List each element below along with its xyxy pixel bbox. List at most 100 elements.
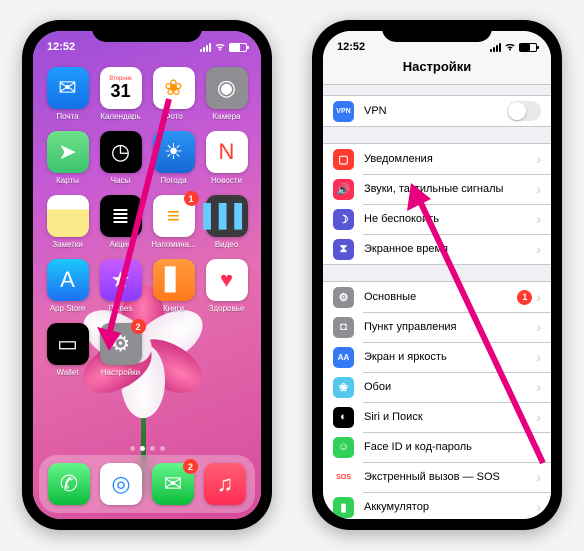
settings-row[interactable]: ▮Аккумулятор› — [323, 492, 551, 519]
chevron-icon: › — [536, 349, 541, 365]
app-icon: ➤ — [47, 131, 89, 173]
row-label: Пункт управления — [364, 321, 532, 333]
settings-row[interactable]: ⚙︎Основные1› — [323, 282, 551, 312]
status-time: 12:52 — [337, 41, 365, 53]
notch — [92, 20, 202, 42]
chevron-icon: › — [536, 469, 541, 485]
dock-messages[interactable]: ✉︎2 — [152, 463, 194, 505]
app-label: Wallet — [57, 368, 79, 377]
app-icon: ★ — [100, 259, 142, 301]
app-10[interactable]: ≡1 Напомина... — [147, 195, 200, 257]
app-label: Заметки — [52, 240, 83, 249]
chevron-icon: › — [536, 409, 541, 425]
row-icon: SOS — [333, 467, 354, 488]
settings-row[interactable]: ◐Siri и Поиск› — [323, 402, 551, 432]
dock-phone[interactable]: ✆ — [48, 463, 90, 505]
app-0[interactable]: ✉︎Почта — [41, 67, 94, 129]
app-3[interactable]: ◉Камера — [200, 67, 253, 129]
app-2[interactable]: ❀Фото — [147, 67, 200, 129]
settings-row[interactable]: ◘Пункт управления› — [323, 312, 551, 342]
app-label: Почта — [56, 112, 78, 121]
app-label: Фото — [164, 112, 182, 121]
row-icon: ◐ — [333, 407, 354, 428]
badge: 2 — [131, 319, 146, 334]
app-label: Напомина... — [151, 240, 196, 249]
app-11[interactable]: ▌▌▌ Видео — [200, 195, 253, 257]
page-dots[interactable] — [33, 446, 261, 451]
status-time: 12:52 — [47, 41, 75, 53]
app-label: Книги — [163, 304, 184, 313]
app-icon: Вторник31 — [100, 67, 142, 109]
row-label: Уведомления — [364, 153, 532, 165]
settings-group-1: ▢ Уведомления › 🔊 Звуки, тактильные сигналы ›… — [323, 143, 551, 265]
app-icon: ◷ — [100, 131, 142, 173]
app-1[interactable]: Вторник31 Календарь — [94, 67, 147, 129]
phone-home: 12:52 ✉︎ПочтаВторник31 Календарь ❀Фото◉Кам… — [22, 20, 272, 530]
row-label: Звуки, тактильные сигналы — [364, 183, 532, 195]
settings-row[interactable]: ▢Уведомления› — [323, 144, 551, 174]
app-icon: ≡1 — [153, 195, 195, 237]
app-8[interactable]: Заметки — [41, 195, 94, 257]
home-screen: 12:52 ✉︎ПочтаВторник31 Календарь ❀Фото◉Кам… — [33, 31, 261, 519]
app-4[interactable]: ➤ Карты — [41, 131, 94, 193]
app-label: Акции — [109, 240, 131, 249]
app-15[interactable]: ♥︎Здоровье — [200, 259, 253, 321]
app-7[interactable]: NНовости — [200, 131, 253, 193]
settings-row[interactable]: ☺︎Face ID и код-пароль› — [323, 432, 551, 462]
badge: 1 — [184, 191, 199, 206]
app-6[interactable]: ☀︎ Погода — [147, 131, 200, 193]
app-icon: ▋ — [153, 259, 195, 301]
wifi-icon — [504, 41, 516, 53]
app-icon: ☀︎ — [153, 131, 195, 173]
row-badge: 1 — [517, 290, 532, 305]
app-9[interactable]: ≣ Акции — [94, 195, 147, 257]
app-13[interactable]: ★iTunes — [94, 259, 147, 321]
app-label: Видео — [215, 240, 238, 249]
settings-group-2: ⚙︎Основные1›◘Пункт управления›AAЭкран и … — [323, 281, 551, 519]
settings-row[interactable]: ❀Обои› — [323, 372, 551, 402]
chevron-icon: › — [536, 241, 541, 257]
app-label: Настройки — [101, 368, 140, 377]
app-16[interactable]: ▭ Wallet — [41, 323, 94, 385]
settings-row[interactable]: VPNVPN — [323, 96, 551, 126]
dock-safari[interactable]: ◎ — [100, 463, 142, 505]
settings-row[interactable]: ☽Не беспокоить› — [323, 204, 551, 234]
row-icon: ⚙︎ — [333, 287, 354, 308]
dock-music[interactable]: ♫ — [204, 463, 246, 505]
app-grid: ✉︎ПочтаВторник31 Календарь ❀Фото◉Камера ➤ Ка… — [33, 65, 261, 443]
chevron-icon: › — [536, 379, 541, 395]
app-14[interactable]: ▋ Книги — [147, 259, 200, 321]
chevron-icon: › — [536, 439, 541, 455]
app-17[interactable]: ⚙︎2 Настройки — [94, 323, 147, 385]
app-label: Погода — [160, 176, 186, 185]
app-icon: ▭ — [47, 323, 89, 365]
app-icon: ◉ — [206, 67, 248, 109]
settings-list[interactable]: VPNVPN ▢ Уведомления › 🔊 Звуки, тактильные си… — [323, 85, 551, 519]
app-12[interactable]: AApp Store — [41, 259, 94, 321]
app-label: Карты — [56, 176, 79, 185]
row-label: Аккумулятор — [364, 501, 532, 513]
settings-row[interactable]: SOS Экстренный вызов — SOS › — [323, 462, 551, 492]
app-icon: ▌▌▌ — [206, 195, 248, 237]
row-label: Экстренный вызов — SOS — [364, 471, 532, 483]
app-icon — [47, 195, 89, 237]
app-icon: ≣ — [100, 195, 142, 237]
settings-row[interactable]: 🔊 Звуки, тактильные сигналы › — [323, 174, 551, 204]
row-label: Экранное время — [364, 243, 532, 255]
app-5[interactable]: ◷Часы — [94, 131, 147, 193]
chevron-icon: › — [536, 211, 541, 227]
row-icon: ⧗ — [333, 239, 354, 260]
row-icon: ▢ — [333, 149, 354, 170]
settings-row[interactable]: AAЭкран и яркость› — [323, 342, 551, 372]
app-label: Календарь — [100, 112, 140, 121]
chevron-icon: › — [536, 181, 541, 197]
toggle[interactable] — [507, 101, 541, 121]
notch — [382, 20, 492, 42]
row-icon: 🔊 — [333, 179, 354, 200]
app-label: App Store — [50, 304, 86, 313]
settings-row[interactable]: ⧗ Экранное время › — [323, 234, 551, 264]
app-label: Здоровье — [209, 304, 245, 313]
app-label: Новости — [211, 176, 242, 185]
app-icon: ⚙︎2 — [100, 323, 142, 365]
dock: ✆◎✉︎2♫ — [39, 455, 255, 513]
